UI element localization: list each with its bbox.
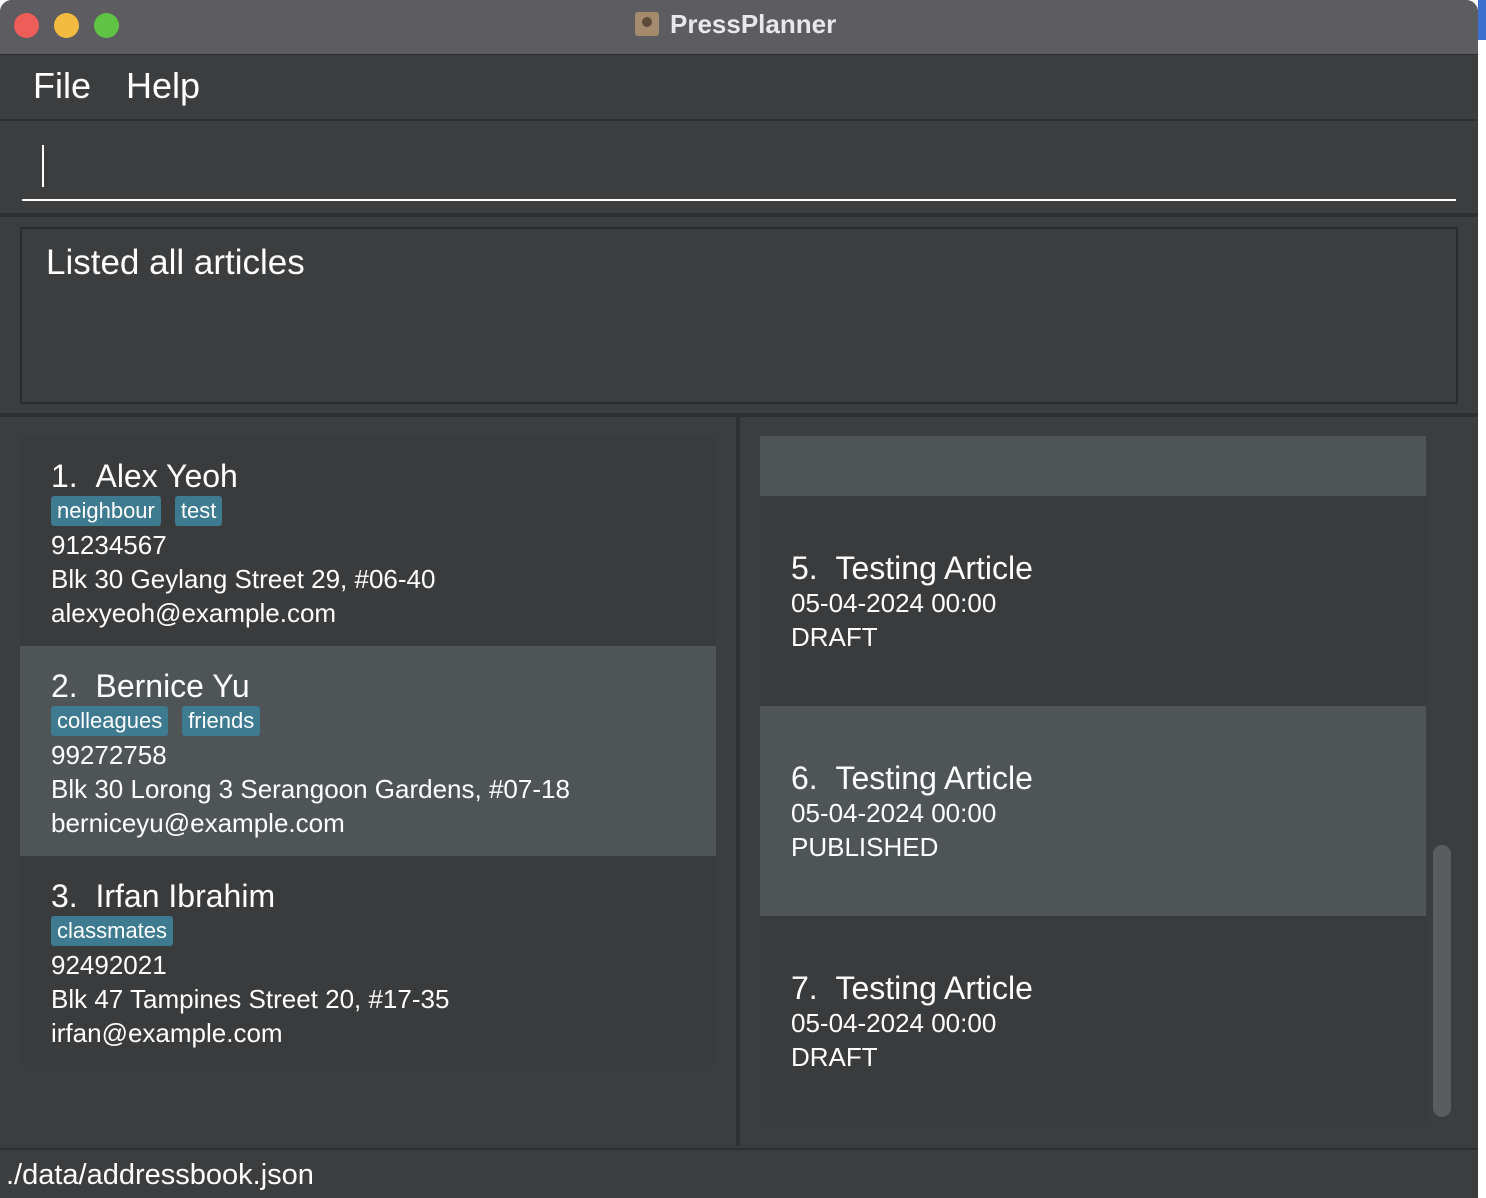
command-input[interactable]: [22, 143, 1456, 201]
person-email: irfan@example.com: [51, 1018, 283, 1048]
background-window-edge: [1478, 0, 1486, 40]
article-status: PUBLISHED: [791, 832, 939, 862]
tag: friends: [182, 706, 261, 736]
person-card[interactable]: 2. Bernice Yu colleagues friends 9927275…: [20, 646, 716, 856]
text-caret: [42, 145, 44, 187]
person-email: berniceyu@example.com: [51, 808, 345, 838]
person-address: Blk 47 Tampines Street 20, #17-35: [51, 984, 450, 1014]
article-title: 5. Testing Article: [791, 550, 1033, 586]
app-window: PressPlanner File Help Listed all articl…: [0, 0, 1478, 1198]
result-display-area: Listed all articles: [0, 217, 1478, 417]
tag: neighbour: [51, 496, 161, 526]
person-address: Blk 30 Geylang Street 29, #06-40: [51, 564, 436, 594]
person-phone: 92492021: [51, 950, 167, 980]
person-phone: 99272758: [51, 740, 167, 770]
address-book-icon: [635, 12, 659, 36]
person-name: 2. Bernice Yu: [51, 668, 250, 704]
article-date: 05-04-2024 00:00: [791, 798, 997, 828]
menu-help[interactable]: Help: [126, 65, 200, 107]
article-list[interactable]: 5. Testing Article 05-04-2024 00:00 DRAF…: [760, 436, 1426, 1126]
person-card[interactable]: 1. Alex Yeoh neighbour test 91234567 Blk…: [20, 436, 716, 646]
article-title: 6. Testing Article: [791, 760, 1033, 796]
person-tags: classmates: [51, 916, 716, 948]
title-bar: PressPlanner: [0, 0, 1478, 55]
person-phone: 91234567: [51, 530, 167, 560]
person-address: Blk 30 Lorong 3 Serangoon Gardens, #07-1…: [51, 774, 570, 804]
person-name: 1. Alex Yeoh: [51, 458, 238, 494]
result-display: Listed all articles: [20, 227, 1458, 404]
article-card-partial[interactable]: [760, 436, 1426, 496]
article-scrollbar-thumb[interactable]: [1433, 845, 1451, 1117]
article-date: 05-04-2024 00:00: [791, 588, 997, 618]
article-date: 05-04-2024 00:00: [791, 1008, 997, 1038]
command-box: [0, 121, 1478, 217]
minimize-window-button[interactable]: [54, 13, 79, 38]
person-tags: colleagues friends: [51, 706, 716, 738]
status-bar: ./data/addressbook.json: [0, 1148, 1478, 1198]
article-card[interactable]: 7. Testing Article 05-04-2024 00:00 DRAF…: [760, 916, 1426, 1126]
zoom-window-button[interactable]: [94, 13, 119, 38]
status-bar-path: ./data/addressbook.json: [6, 1159, 314, 1191]
tag: classmates: [51, 916, 174, 946]
tag: colleagues: [51, 706, 169, 736]
person-list[interactable]: 1. Alex Yeoh neighbour test 91234567 Blk…: [20, 436, 716, 1066]
window-title: PressPlanner: [670, 9, 837, 39]
person-card[interactable]: 3. Irfan Ibrahim classmates 92492021 Blk…: [20, 856, 716, 1066]
article-title: 7. Testing Article: [791, 970, 1033, 1006]
split-divider[interactable]: [736, 417, 740, 1146]
menu-file[interactable]: File: [33, 65, 91, 107]
person-name: 3. Irfan Ibrahim: [51, 878, 276, 914]
person-tags: neighbour test: [51, 496, 716, 528]
tag: test: [174, 496, 223, 526]
person-email: alexyeoh@example.com: [51, 598, 337, 628]
menu-bar: File Help: [0, 55, 1478, 121]
article-status: DRAFT: [791, 622, 878, 652]
article-status: DRAFT: [791, 1042, 878, 1072]
article-card[interactable]: 5. Testing Article 05-04-2024 00:00 DRAF…: [760, 496, 1426, 706]
article-card[interactable]: 6. Testing Article 05-04-2024 00:00 PUBL…: [760, 706, 1426, 916]
close-window-button[interactable]: [14, 13, 39, 38]
result-message: Listed all articles: [46, 243, 305, 282]
